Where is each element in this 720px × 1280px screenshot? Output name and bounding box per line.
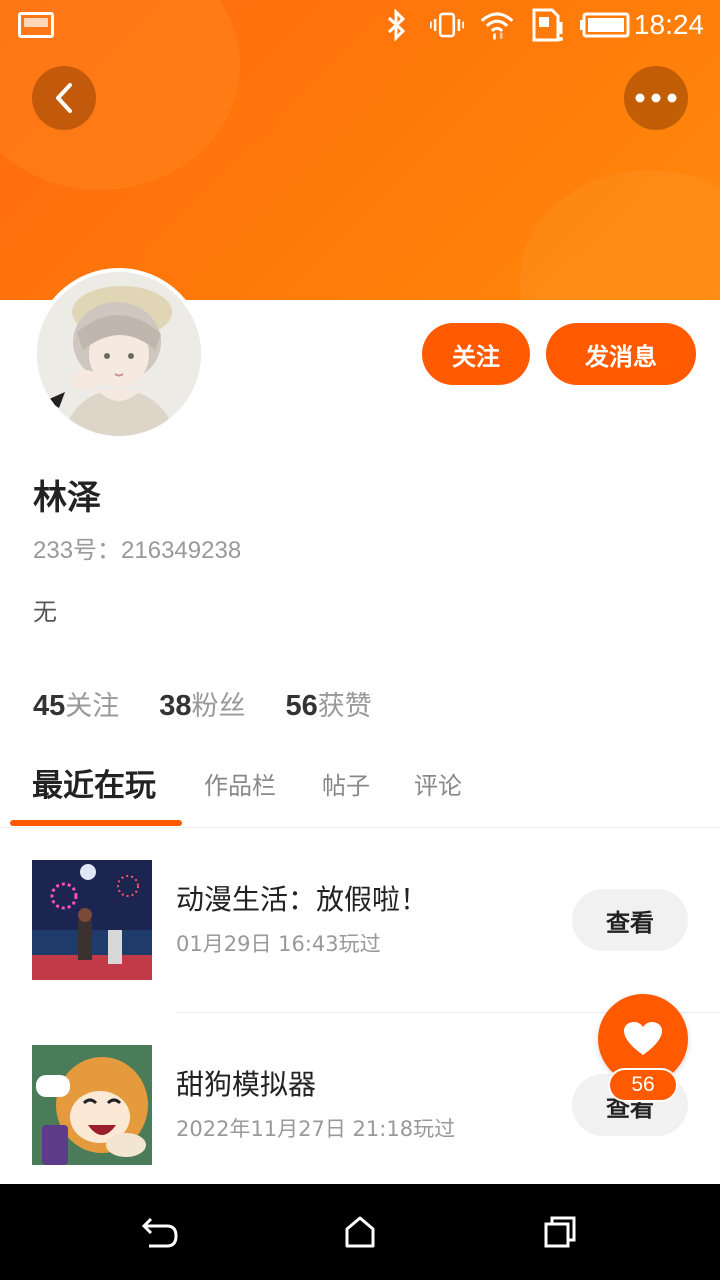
active-tab-indicator — [10, 820, 182, 826]
stat-number: 45 — [33, 690, 66, 722]
chevron-left-icon — [56, 83, 72, 113]
status-bar: 18:24 — [0, 0, 720, 50]
home-nav-icon[interactable] — [340, 1212, 380, 1252]
more-dots-icon — [635, 93, 677, 103]
avatar[interactable] — [33, 268, 205, 440]
user-bio: 无 — [33, 598, 57, 626]
played-time: 2022年11月27日 21:18玩过 — [176, 1117, 456, 1141]
sim-icon — [530, 8, 564, 42]
stat-number: 56 — [285, 690, 318, 722]
back-button[interactable] — [32, 66, 96, 130]
stat-number: 38 — [159, 690, 192, 722]
profile-tabs: 最近在玩 作品栏 帖子 评论 — [0, 756, 720, 828]
game-thumbnail — [32, 860, 152, 980]
recents-nav-icon[interactable] — [540, 1212, 580, 1252]
wifi-icon — [480, 10, 514, 40]
stat-followers[interactable]: 38粉丝 — [159, 684, 245, 723]
stat-label: 粉丝 — [191, 691, 246, 722]
clock: 18:24 — [633, 9, 704, 40]
system-nav-bar — [0, 1184, 720, 1280]
list-item[interactable]: 动漫生活：放假啦！ 01月29日 16:43玩过 查看 — [0, 828, 720, 980]
heart-icon — [624, 1022, 662, 1055]
tab-works[interactable]: 作品栏 — [204, 766, 276, 801]
like-count-badge: 56 — [608, 1068, 678, 1102]
gallery-icon — [18, 12, 54, 38]
stat-label: 获赞 — [317, 691, 372, 722]
profile-stats: 45关注 38粉丝 56获赞 — [33, 684, 372, 723]
tab-posts[interactable]: 帖子 — [322, 766, 370, 801]
view-button[interactable]: 查看 — [572, 889, 688, 951]
send-message-button[interactable]: 发消息 — [546, 323, 696, 385]
game-title: 甜狗模拟器 — [176, 1068, 317, 1101]
game-thumbnail — [32, 1045, 152, 1165]
tab-recently-played[interactable]: 最近在玩 — [32, 760, 156, 805]
tab-comments[interactable]: 评论 — [414, 766, 462, 801]
battery-icon — [580, 10, 630, 40]
user-id: 233号：216349238 — [33, 537, 242, 564]
stat-label: 关注 — [65, 691, 120, 722]
user-name: 林泽 — [33, 478, 101, 518]
stat-following[interactable]: 45关注 — [33, 684, 119, 723]
follow-button[interactable]: 关注 — [422, 323, 530, 385]
back-nav-icon[interactable] — [140, 1212, 180, 1252]
stat-likes: 56获赞 — [286, 684, 372, 723]
game-title: 动漫生活：放假啦！ — [176, 883, 429, 916]
vibrate-icon — [430, 10, 464, 40]
played-time: 01月29日 16:43玩过 — [176, 932, 381, 956]
bluetooth-icon — [380, 9, 414, 41]
more-options-button[interactable] — [624, 66, 688, 130]
